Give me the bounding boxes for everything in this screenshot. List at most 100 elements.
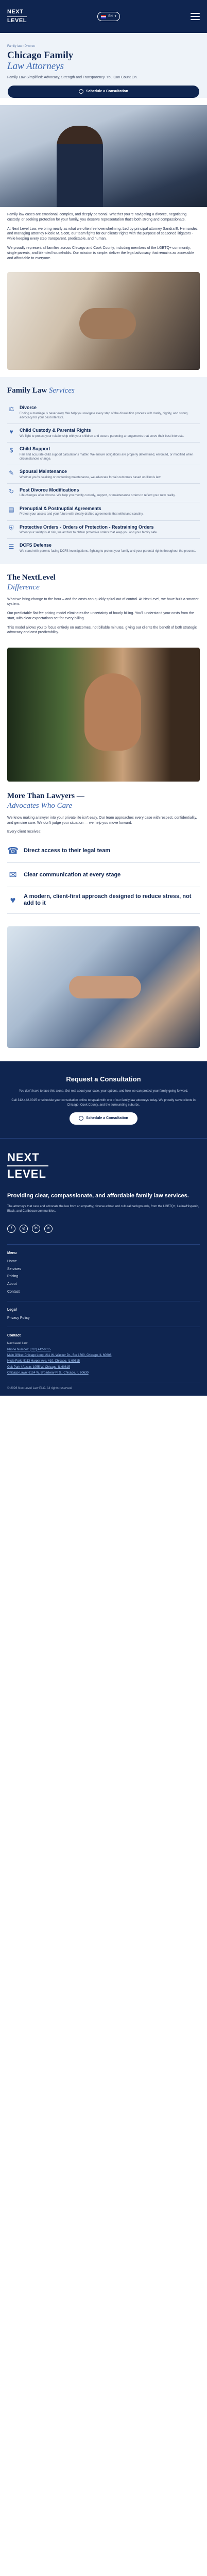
services-list: ⚖ Divorce Ending a marriage is never eas… <box>7 401 200 557</box>
service-title: Spousal Maintenance <box>20 469 67 474</box>
contact-main-office[interactable]: Main Office: Chicago Loop, 211 W. Wacker… <box>7 1353 200 1358</box>
service-item[interactable]: ♥ Child Custody & Parental Rights We fig… <box>7 424 200 443</box>
site-footer: NEXT LEVEL Providing clear, compassionat… <box>0 1138 207 1396</box>
service-item[interactable]: ☰ DCFS Defense We stand with parents fac… <box>7 539 200 557</box>
difference-heading: The NextLevel <box>7 573 56 582</box>
footer-legal-item[interactable]: Privacy Policy <box>7 1316 200 1321</box>
button-label: Schedule a Consultation <box>86 90 128 94</box>
services-section: Family Law Services ⚖ Divorce Ending a m… <box>0 377 207 564</box>
feature-title: Clear communication at every stage <box>24 871 121 878</box>
dcfs-icon: ☰ <box>8 543 14 550</box>
communication-icon: ✉ <box>9 869 17 880</box>
contact-oak-park[interactable]: Oak Park / Austin: 1055 W. Chicago, IL 6… <box>7 1365 200 1369</box>
service-description: Fair and accurate child support calculat… <box>20 453 194 461</box>
prenup-icon: ▤ <box>8 506 14 514</box>
consultation-paragraph: You don't have to face this alone. Get r… <box>19 1089 188 1093</box>
service-description: We stand with parents facing DCFS invest… <box>20 549 196 553</box>
advocates-paragraph: Every client receives: <box>7 830 42 834</box>
breadcrumb[interactable]: Family law › Divorce <box>7 44 200 48</box>
site-header: NEXT LEVEL EN ▾ <box>0 0 207 33</box>
service-description: Protect your assets and your future with… <box>20 513 144 516</box>
contact-chicago-lawn[interactable]: Chicago Lawn: 6154 W. Broadway Pl S., Ch… <box>7 1371 200 1375</box>
calendar-icon <box>79 89 84 94</box>
schedule-consultation-button[interactable]: Schedule a Consultation <box>8 85 199 98</box>
service-title: Protective Orders - Orders of Protection… <box>20 524 154 530</box>
footer-legal: Privacy Policy <box>7 1316 200 1321</box>
x-icon[interactable]: ✕ <box>44 1224 53 1233</box>
facebook-icon[interactable]: f <box>7 1224 15 1233</box>
page-title-italic: Law Attorneys <box>7 61 64 72</box>
instagram-icon[interactable]: ◎ <box>20 1224 28 1233</box>
modification-icon: ↻ <box>8 487 14 495</box>
service-description: Life changes after divorce. We help you … <box>20 494 176 498</box>
hero-section: Family law › Divorce Chicago Family Law … <box>0 33 207 98</box>
service-title: Child Custody & Parental Rights <box>20 428 91 433</box>
feature-title: Direct access to their legal team <box>24 847 111 854</box>
language-selector[interactable]: EN ▾ <box>97 12 120 21</box>
service-title: DCFS Defense <box>20 543 52 548</box>
service-title: Child Support <box>20 446 50 452</box>
page-title: Chicago Family <box>7 50 74 61</box>
footer-contact-heading: Contact <box>7 1334 21 1338</box>
service-title: Prenuptial & Postnuptial Agreements <box>20 505 101 511</box>
access-icon: ☎ <box>7 845 19 856</box>
service-item[interactable]: ⚖ Divorce Ending a marriage is never eas… <box>7 401 200 425</box>
service-item[interactable]: ✎ Spousal Maintenance Whether you're see… <box>7 465 200 484</box>
smiling-client-photo <box>7 648 200 782</box>
consultation-heading: Request a Consultation <box>66 1075 141 1083</box>
hero-lead: Family Law Simplified: Advocacy, Strengt… <box>7 76 138 80</box>
menu-icon[interactable] <box>190 13 200 20</box>
schedule-consultation-button[interactable]: Schedule a Consultation <box>70 1112 137 1125</box>
intro-paragraph: Family law cases are emotional, complex,… <box>7 212 187 222</box>
chevron-down-icon: ▾ <box>114 14 116 18</box>
service-item[interactable]: ▤ Prenuptial & Postnuptial Agreements Pr… <box>7 502 200 521</box>
feature-item: ♥ A modern, client-first approach design… <box>7 887 200 914</box>
us-flag-icon <box>101 14 107 19</box>
advocates-text: We know making a lawyer into your privat… <box>7 816 200 835</box>
features-list: ☎ Direct access to their legal team ✉ Cle… <box>7 839 200 914</box>
handshake-photo <box>7 926 200 1048</box>
footer-logo[interactable]: NEXT LEVEL <box>7 1150 200 1180</box>
contact-hyde-park[interactable]: Hyde Park: 5113 Harper Ave, #10, Chicago… <box>7 1359 200 1363</box>
hero-photo <box>0 105 207 207</box>
footer-menu-item[interactable]: Contact <box>7 1290 200 1295</box>
footer-menu-item[interactable]: About <box>7 1282 200 1287</box>
footer-menu-item[interactable]: Services <box>7 1267 200 1272</box>
difference-text: What we bring change to the hour – and t… <box>7 597 200 636</box>
social-links: f ◎ in ✕ <box>7 1224 200 1233</box>
contact-phone[interactable]: Phone Number: (312) 442-0015 <box>7 1348 200 1352</box>
contact-name: NextLevel Law <box>7 1342 28 1346</box>
language-label: EN <box>108 14 113 18</box>
service-title: Divorce <box>20 405 37 411</box>
service-item[interactable]: ⛨ Protective Orders - Orders of Protecti… <box>7 521 200 539</box>
maintenance-icon: ✎ <box>8 469 14 477</box>
site-logo[interactable]: NEXT LEVEL <box>7 9 27 24</box>
custody-icon: ♥ <box>9 428 13 436</box>
service-description: Whether you're seeking or contesting mai… <box>20 476 161 479</box>
header-controls: EN ▾ <box>97 12 120 21</box>
advocates-heading-italic: Advocates Who Care <box>7 801 73 810</box>
intro-text: Family law cases are emotional, complex,… <box>0 207 207 270</box>
linkedin-icon[interactable]: in <box>32 1224 40 1233</box>
difference-paragraph: Our predictable flat fee pricing model e… <box>7 612 194 620</box>
intro-paragraph: We proudly represent all families across… <box>7 246 195 260</box>
logo-text-top: NEXT <box>7 1150 40 1164</box>
divider <box>7 1244 200 1245</box>
service-item[interactable]: ↻ Post Divorce Modifications Life change… <box>7 484 200 502</box>
footer-menu-item[interactable]: Home <box>7 1259 200 1264</box>
footer-menu: Home Services Pricing About Contact <box>7 1259 200 1295</box>
service-title: Post Divorce Modifications <box>20 487 79 493</box>
logo-divider <box>7 16 27 17</box>
copyright: © 2026 NextLevel Law PLC. All rights res… <box>7 1381 200 1391</box>
support-icon: $ <box>9 446 13 454</box>
footer-menu-item[interactable]: Pricing <box>7 1274 200 1279</box>
calendar-icon <box>79 1116 84 1121</box>
service-description: We fight to protect your relationship wi… <box>20 434 184 438</box>
service-item[interactable]: $ Child Support Fair and accurate child … <box>7 443 200 466</box>
difference-paragraph: This model allows you to focus entirely … <box>7 625 197 635</box>
services-heading: Family Law Services <box>7 386 75 395</box>
service-description: Ending a marriage is never easy. We help… <box>20 412 188 420</box>
logo-text-top: NEXT <box>7 8 24 15</box>
consultation-section: Request a Consultation You don't have to… <box>0 1061 207 1138</box>
logo-divider <box>7 1165 48 1166</box>
